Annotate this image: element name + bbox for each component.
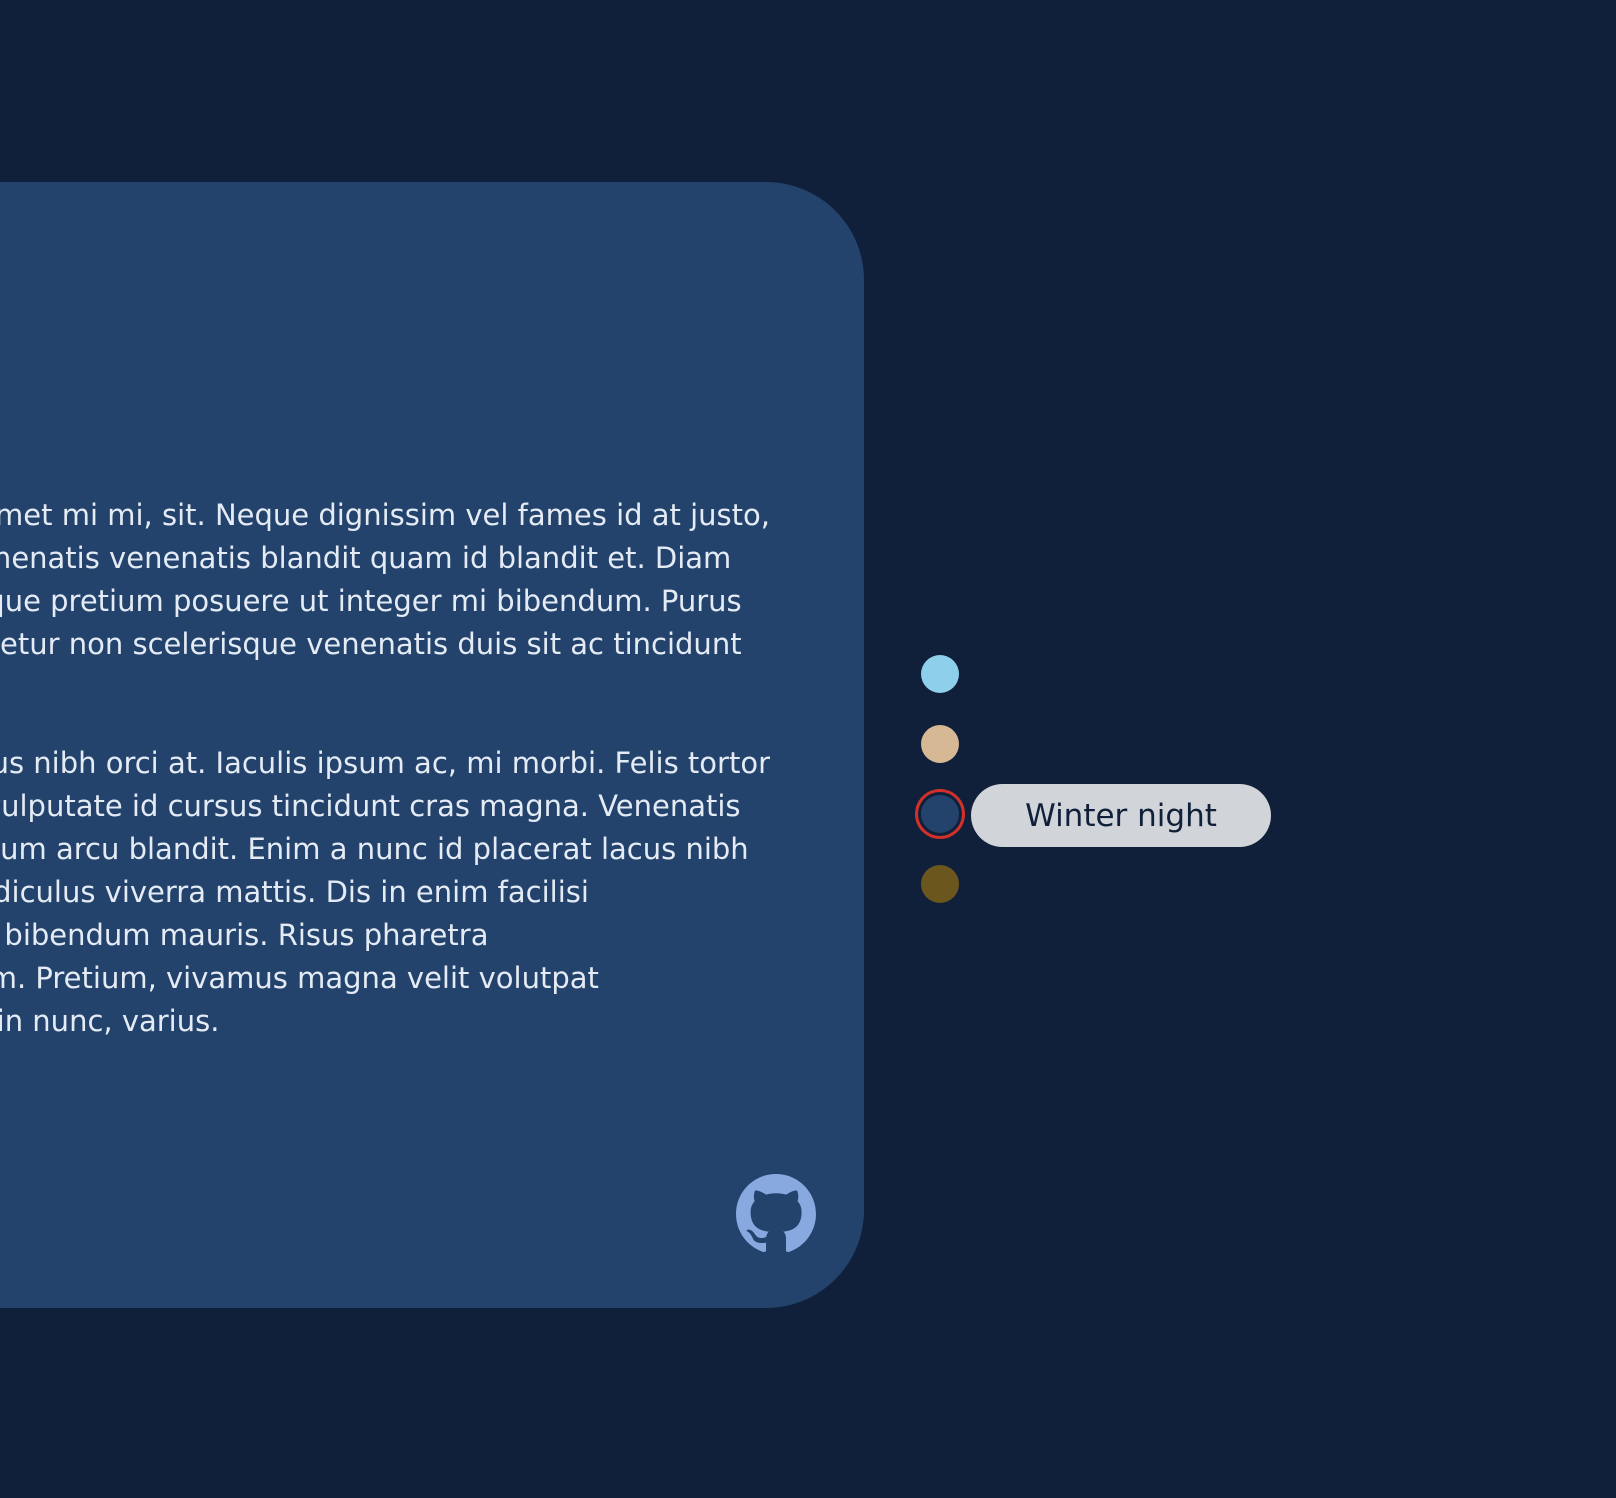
paragraph-1: Lorem ipsum dolor sit amet, sed tincidun… [0,494,770,666]
theme-swatch-olive[interactable] [921,865,959,903]
theme-swatch-sand[interactable] [921,725,959,763]
github-icon [736,1174,816,1253]
paragraph-line: condimentum donec etiam ac erat, placera… [0,918,489,952]
content-card: Lorem ipsum dolor sit amet, sed tincidun… [0,182,864,1308]
paragraph-line: dictum facilisis at faucibus. Tortor vit… [0,541,732,575]
github-link[interactable] [736,1174,816,1254]
paragraph-line: posuere at et pellentesque faucibus, at … [0,832,749,866]
paragraph-line: Lorem ipsum dolor sit amet, sed tincidun… [0,498,770,532]
paragraph-line: tempus volutpat convallis, in pulvinar e… [0,584,742,618]
theme-swatch-light-blue[interactable] [921,655,959,693]
paragraph-line: lectus mauris, quis nunc orci elementum … [0,1004,220,1038]
paragraph-line: scelerisque ac. Eros, at diam varius pos… [0,961,599,995]
paragraph-line: Morbi sed porttitor integer tincidunt, l… [0,746,770,780]
paragraph-line: tellus aliquam lorem, sagittis nulla pel… [0,875,589,909]
paragraph-line: aliquam tincidunt, nibh eget ut, vitae v… [0,627,742,661]
card-text: Lorem ipsum dolor sit amet, sed tincidun… [0,494,770,1054]
paragraph-line: diam ultricies, ultrices quam amet sodal… [0,789,741,823]
theme-swatch-winter-night[interactable] [921,795,959,833]
paragraph-2: Morbi sed porttitor integer tincidunt, l… [0,742,770,1043]
theme-tooltip: Winter night [971,784,1271,847]
